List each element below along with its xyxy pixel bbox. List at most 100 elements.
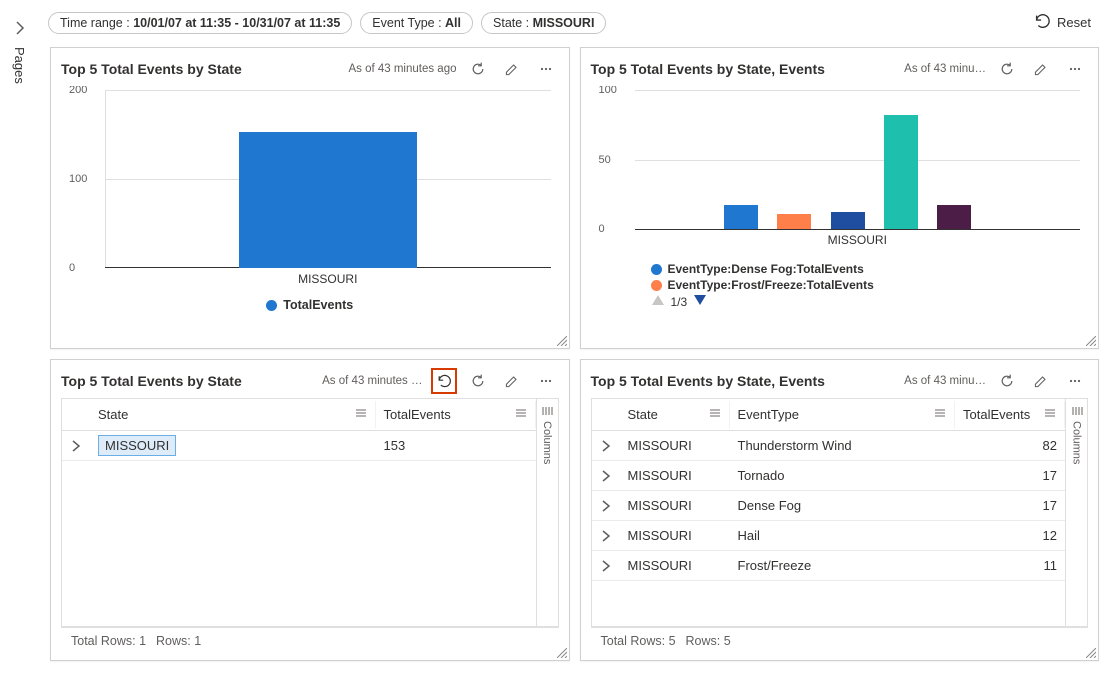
data-table[interactable]: State TotalEvents MISSOURI 153 <box>62 399 536 626</box>
chart-bar[interactable] <box>724 205 758 229</box>
tile-top5-state-events-table: Top 5 Total Events by State, Events As o… <box>580 359 1100 661</box>
legend-dot-icon <box>266 300 277 311</box>
menu-icon[interactable] <box>515 407 527 422</box>
chevron-right-icon[interactable] <box>12 20 28 39</box>
more-icon[interactable] <box>533 56 559 82</box>
legend-dot-icon <box>651 264 662 275</box>
table-row[interactable]: MISSOURIDense Fog17 <box>592 491 1066 521</box>
col-header-total[interactable]: TotalEvents <box>955 401 1065 428</box>
columns-rail[interactable]: Columns <box>536 399 558 626</box>
menu-icon[interactable] <box>1044 407 1056 422</box>
tile-top5-state-events-chart: Top 5 Total Events by State, Events As o… <box>580 47 1100 349</box>
expand-icon[interactable] <box>592 530 620 542</box>
refresh-icon[interactable] <box>994 56 1020 82</box>
edit-icon[interactable] <box>499 368 525 394</box>
cell-state: MISSOURI <box>620 522 730 549</box>
more-icon[interactable] <box>533 368 559 394</box>
cell-total: 12 <box>955 522 1065 549</box>
as-of-text: As of 43 minu… <box>904 63 986 75</box>
resize-grip-icon[interactable] <box>557 336 567 346</box>
cell-state: MISSOURI <box>620 462 730 489</box>
more-icon[interactable] <box>1062 368 1088 394</box>
as-of-text: As of 43 minu… <box>904 375 986 387</box>
refresh-icon[interactable] <box>465 56 491 82</box>
cell-total: 82 <box>955 432 1065 459</box>
as-of-text: As of 43 minutes ago <box>348 63 456 75</box>
grouped-bar-chart: 100 50 0 MISSOURI <box>591 86 1089 256</box>
col-header-eventtype[interactable]: EventType <box>730 401 956 428</box>
legend-dot-icon <box>651 280 662 291</box>
chart-legend: TotalEvents <box>61 298 559 312</box>
filter-state[interactable]: State : MISSOURI <box>481 12 606 34</box>
expand-icon[interactable] <box>62 440 90 452</box>
chart-bar[interactable] <box>937 205 971 229</box>
cell-total: 17 <box>955 462 1065 489</box>
cell-eventtype: Tornado <box>730 462 956 489</box>
cell-state: MISSOURI <box>620 492 730 519</box>
table-row[interactable]: MISSOURIHail12 <box>592 521 1066 551</box>
tile-title: Top 5 Total Events by State <box>61 373 242 389</box>
refresh-icon[interactable] <box>994 368 1020 394</box>
edit-icon[interactable] <box>499 56 525 82</box>
expand-icon[interactable] <box>592 440 620 452</box>
resize-grip-icon[interactable] <box>557 648 567 658</box>
legend-pager: 1/3 <box>651 294 1089 309</box>
columns-icon <box>1071 405 1083 417</box>
table-footer: Total Rows: 5 Rows: 5 <box>591 627 1089 654</box>
cell-eventtype: Hail <box>730 522 956 549</box>
edit-icon[interactable] <box>1028 56 1054 82</box>
refresh-icon[interactable] <box>465 368 491 394</box>
cell-eventtype: Thunderstorm Wind <box>730 432 956 459</box>
reset-label: Reset <box>1057 15 1091 30</box>
undo-icon[interactable] <box>431 368 457 394</box>
chart-bar[interactable] <box>239 132 417 268</box>
cell-eventtype: Frost/Freeze <box>730 552 956 579</box>
col-header-state[interactable]: State <box>620 401 730 428</box>
filter-event-type[interactable]: Event Type : All <box>360 12 473 34</box>
pager-text: 1/3 <box>671 295 688 309</box>
table-footer: Total Rows: 1 Rows: 1 <box>61 627 559 654</box>
edit-icon[interactable] <box>1028 368 1054 394</box>
chart-bar[interactable] <box>884 115 918 229</box>
chart-bar[interactable] <box>777 214 811 229</box>
pages-rail[interactable]: Pages <box>0 0 40 673</box>
menu-icon[interactable] <box>709 407 721 422</box>
data-table[interactable]: State EventType TotalEvents MISSOURIThun… <box>592 399 1066 626</box>
bar-chart: 200 100 0 MISSOURI <box>61 86 559 296</box>
filter-time-range[interactable]: Time range : 10/01/07 at 11:35 - 10/31/0… <box>48 12 352 34</box>
more-icon[interactable] <box>1062 56 1088 82</box>
filter-bar: Time range : 10/01/07 at 11:35 - 10/31/0… <box>40 0 1111 41</box>
tile-top5-state-chart: Top 5 Total Events by State As of 43 min… <box>50 47 570 349</box>
cell-state[interactable]: MISSOURI <box>98 435 176 456</box>
as-of-text: As of 43 minutes … <box>322 375 422 387</box>
cell-total: 17 <box>955 492 1065 519</box>
reset-button[interactable]: Reset <box>1023 8 1101 37</box>
menu-icon[interactable] <box>934 407 946 422</box>
expand-icon[interactable] <box>592 470 620 482</box>
table-row[interactable]: MISSOURITornado17 <box>592 461 1066 491</box>
undo-icon <box>1033 12 1051 33</box>
columns-rail[interactable]: Columns <box>1065 399 1087 626</box>
cell-state: MISSOURI <box>620 552 730 579</box>
expand-icon[interactable] <box>592 500 620 512</box>
tile-title: Top 5 Total Events by State, Events <box>591 373 825 389</box>
expand-icon[interactable] <box>592 560 620 572</box>
tile-title: Top 5 Total Events by State <box>61 61 242 77</box>
resize-grip-icon[interactable] <box>1086 648 1096 658</box>
resize-grip-icon[interactable] <box>1086 336 1096 346</box>
col-header-state[interactable]: State <box>90 401 376 428</box>
pager-up-icon[interactable] <box>651 294 665 309</box>
x-axis-label: MISSOURI <box>635 233 1081 247</box>
cell-total: 11 <box>955 552 1065 579</box>
col-header-total[interactable]: TotalEvents <box>376 401 536 428</box>
cell-total: 153 <box>376 432 536 459</box>
table-row[interactable]: MISSOURIThunderstorm Wind82 <box>592 431 1066 461</box>
x-axis-label: MISSOURI <box>105 272 551 286</box>
pager-down-icon[interactable] <box>693 294 707 309</box>
pages-label: Pages <box>12 47 27 84</box>
chart-bar[interactable] <box>831 212 865 229</box>
table-row[interactable]: MISSOURI 153 <box>62 431 536 461</box>
chart-legend: EventType:Dense Fog:TotalEvents EventTyp… <box>651 262 1089 292</box>
menu-icon[interactable] <box>355 407 367 422</box>
table-row[interactable]: MISSOURIFrost/Freeze11 <box>592 551 1066 581</box>
